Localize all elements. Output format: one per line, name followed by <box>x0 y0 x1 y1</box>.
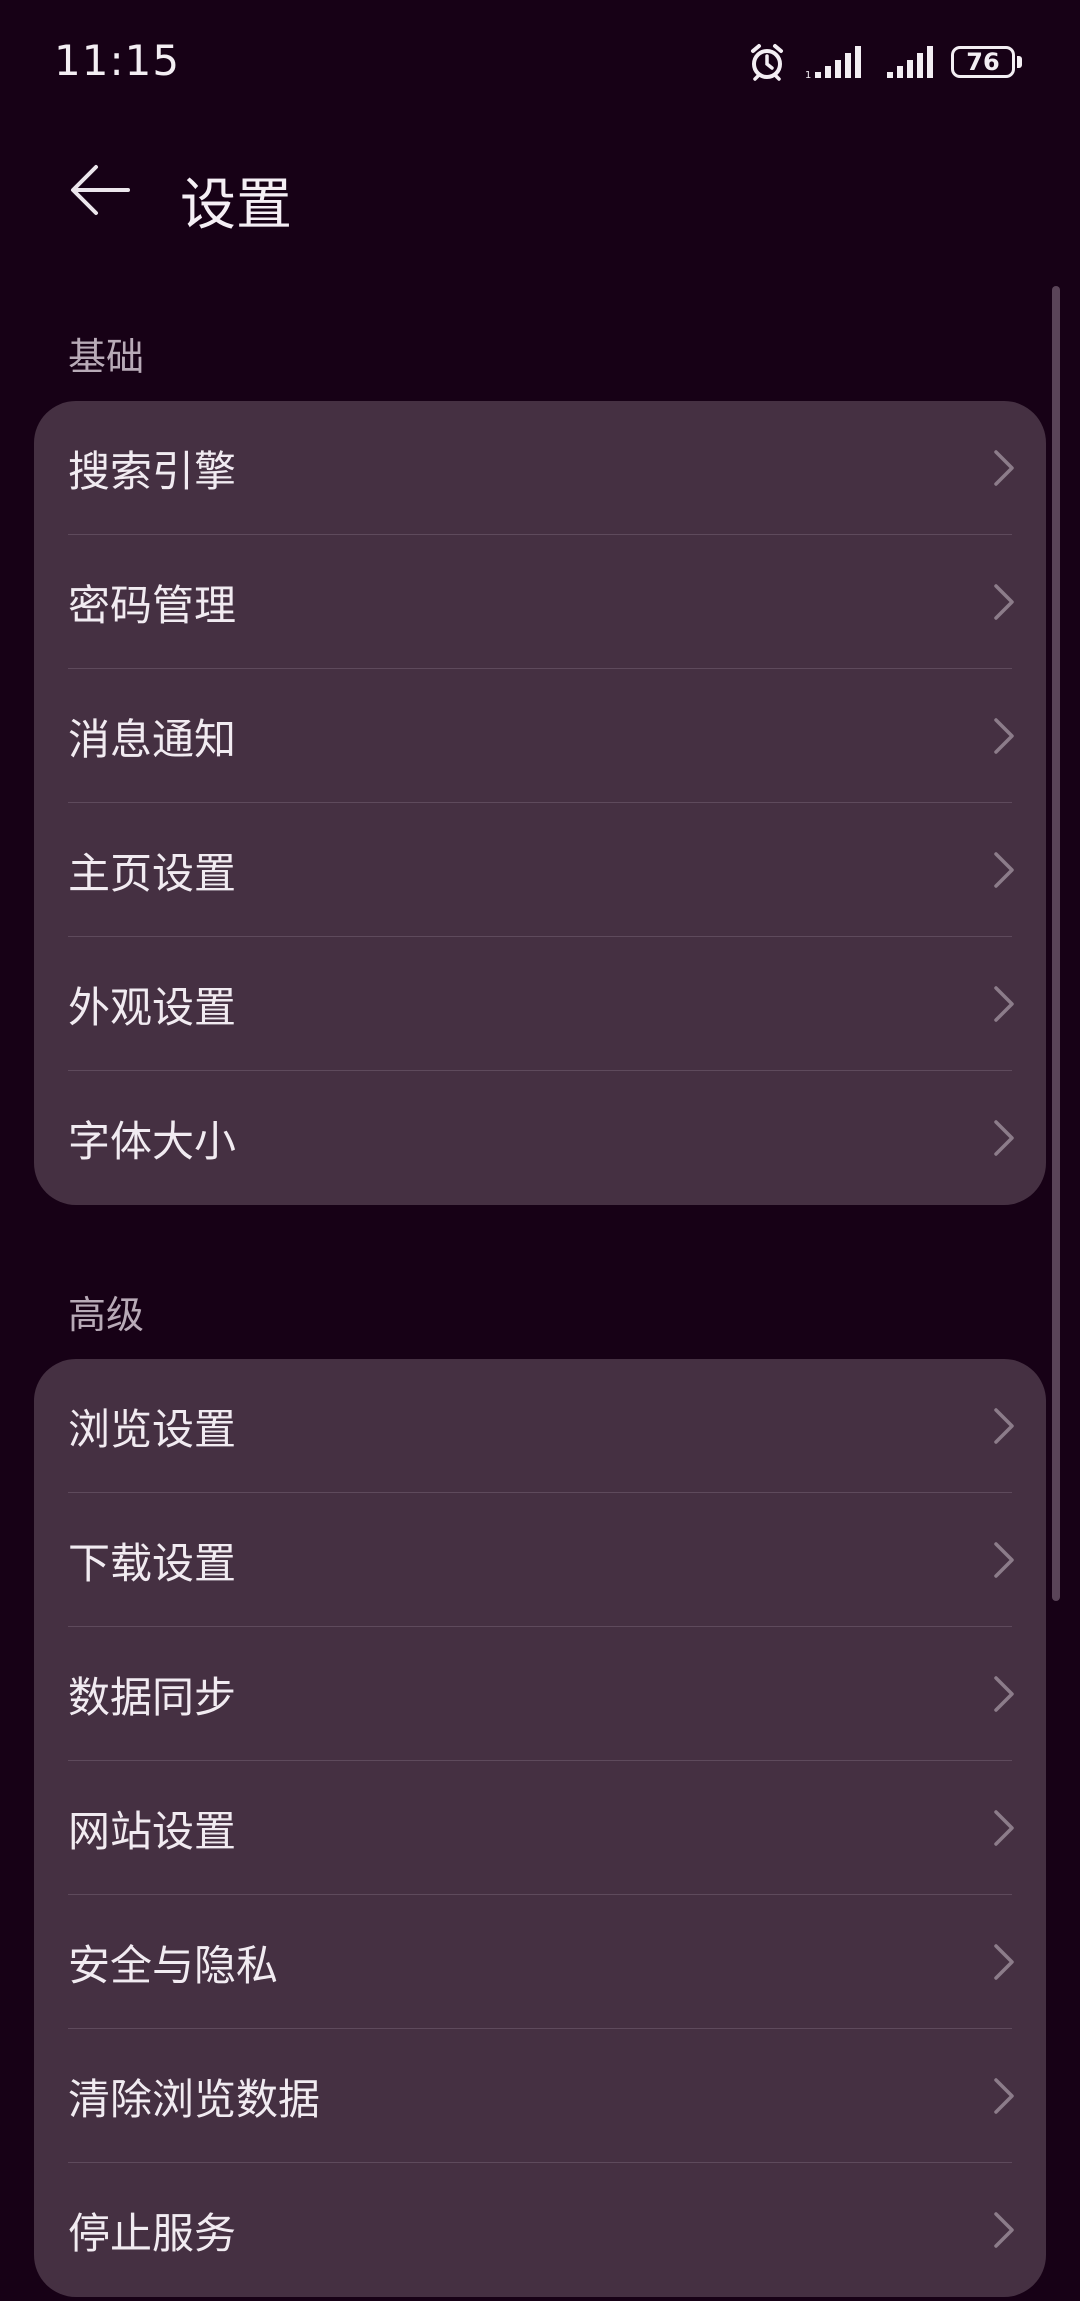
status-bar: 11:15 1 76 <box>0 0 1080 120</box>
list-item-appearance-settings[interactable]: 外观设置 <box>34 937 1046 1071</box>
signal-icon: 1 <box>805 44 867 80</box>
scrollbar[interactable] <box>1052 286 1060 1601</box>
list-item-notifications[interactable]: 消息通知 <box>34 669 1046 803</box>
list-item-font-size[interactable]: 字体大小 <box>34 1071 1046 1205</box>
chevron-right-icon <box>994 450 1014 486</box>
list-item-label: 清除浏览数据 <box>68 2074 321 2124</box>
battery-icon: 76 <box>951 46 1022 78</box>
list-item-site-settings[interactable]: 网站设置 <box>34 1761 1046 1895</box>
settings-screen: 11:15 1 76 设置 基础 搜索引擎 密码管理 消息通知 主页设置 外观设… <box>0 0 1080 2301</box>
list-item-label: 停止服务 <box>68 2208 237 2258</box>
settings-card-basic: 搜索引擎 密码管理 消息通知 主页设置 外观设置 字体大小 <box>34 401 1046 1205</box>
list-item-label: 浏览设置 <box>68 1404 237 1454</box>
list-item-label: 消息通知 <box>68 714 237 764</box>
list-item-label: 密码管理 <box>68 580 237 630</box>
list-item-stop-service[interactable]: 停止服务 <box>34 2163 1046 2297</box>
list-item-password-management[interactable]: 密码管理 <box>34 535 1046 669</box>
section-title-basic: 基础 <box>68 335 145 379</box>
list-item-data-sync[interactable]: 数据同步 <box>34 1627 1046 1761</box>
chevron-right-icon <box>994 2212 1014 2248</box>
section-title-advanced: 高级 <box>68 1293 145 1337</box>
chevron-right-icon <box>994 986 1014 1022</box>
list-item-label: 安全与隐私 <box>68 1940 279 1990</box>
battery-level: 76 <box>966 48 1000 76</box>
chevron-right-icon <box>994 718 1014 754</box>
chevron-right-icon <box>994 852 1014 888</box>
list-item-clear-browsing-data[interactable]: 清除浏览数据 <box>34 2029 1046 2163</box>
chevron-right-icon <box>994 1542 1014 1578</box>
alarm-icon <box>747 42 787 82</box>
battery-indicator: 76 <box>951 46 1015 78</box>
chevron-right-icon <box>994 1408 1014 1444</box>
list-item-label: 数据同步 <box>68 1672 237 1722</box>
list-item-security-privacy[interactable]: 安全与隐私 <box>34 1895 1046 2029</box>
chevron-right-icon <box>994 584 1014 620</box>
chevron-right-icon <box>994 2078 1014 2114</box>
list-item-search-engine[interactable]: 搜索引擎 <box>34 401 1046 535</box>
battery-cap <box>1017 56 1022 68</box>
list-item-label: 外观设置 <box>68 982 237 1032</box>
list-item-label: 主页设置 <box>68 848 237 898</box>
chevron-right-icon <box>994 1944 1014 1980</box>
list-item-homepage-settings[interactable]: 主页设置 <box>34 803 1046 937</box>
header: 设置 <box>0 140 1080 240</box>
status-time: 11:15 <box>54 36 181 85</box>
settings-card-advanced: 浏览设置 下载设置 数据同步 网站设置 安全与隐私 清除浏览数据 停止服务 <box>34 1359 1046 2297</box>
list-item-download-settings[interactable]: 下载设置 <box>34 1493 1046 1627</box>
svg-text:1: 1 <box>805 70 811 80</box>
chevron-right-icon <box>994 1120 1014 1156</box>
list-item-browsing-settings[interactable]: 浏览设置 <box>34 1359 1046 1493</box>
page-title: 设置 <box>180 173 292 238</box>
list-item-label: 字体大小 <box>68 1116 237 1166</box>
back-arrow-icon <box>71 165 130 215</box>
signal-icon <box>885 44 933 80</box>
list-item-label: 网站设置 <box>68 1806 237 1856</box>
status-icons: 1 76 <box>747 40 1022 84</box>
list-item-label: 下载设置 <box>68 1538 237 1588</box>
back-button[interactable] <box>60 158 140 222</box>
chevron-right-icon <box>994 1810 1014 1846</box>
list-item-label: 搜索引擎 <box>68 446 237 496</box>
chevron-right-icon <box>994 1676 1014 1712</box>
